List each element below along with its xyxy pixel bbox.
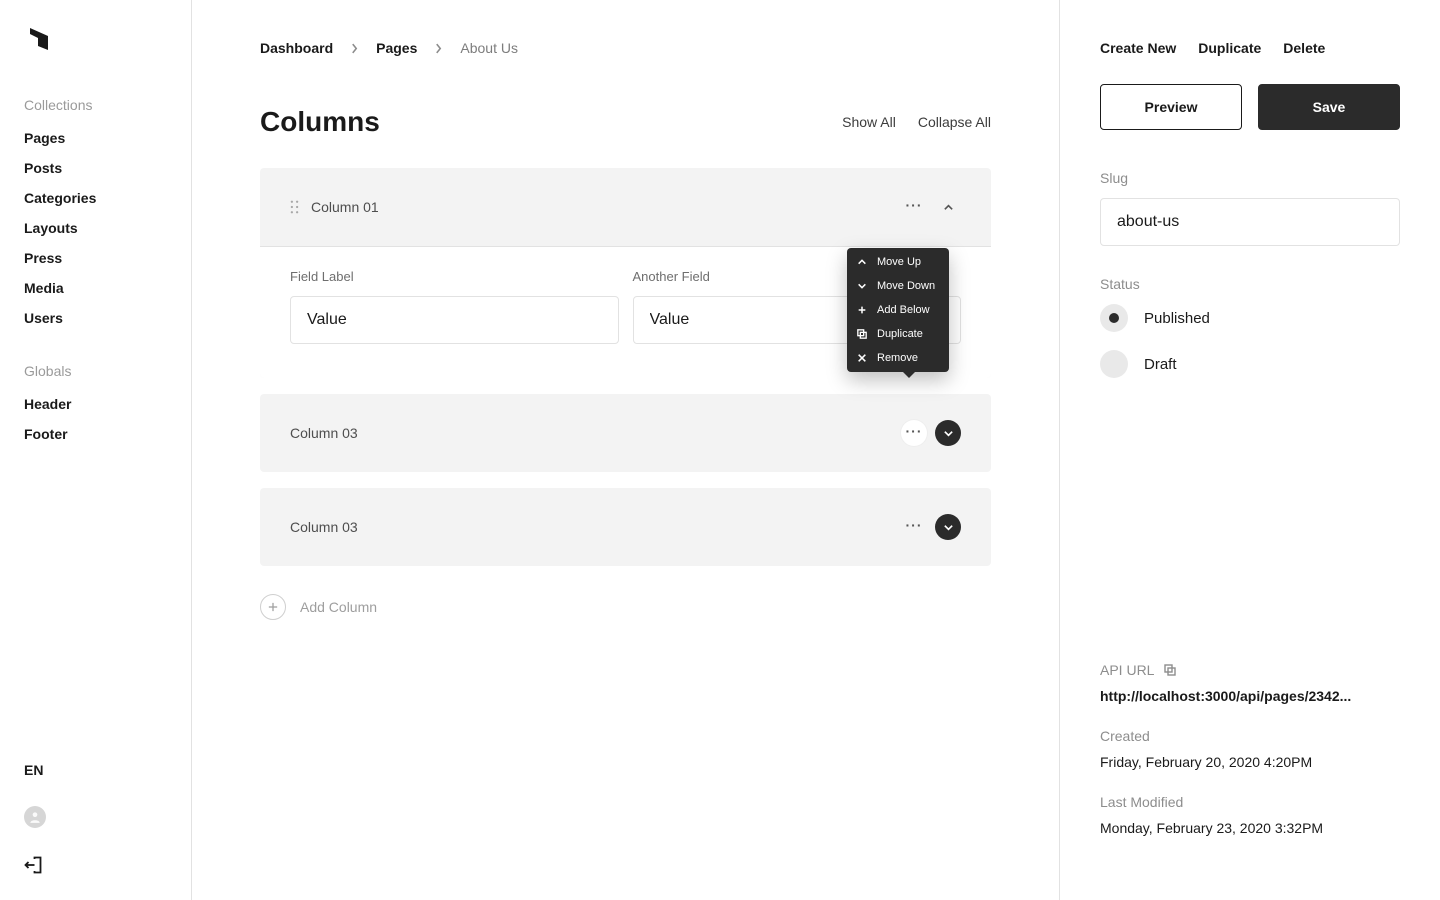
field-group: Field Label <box>290 269 619 344</box>
sidebar-group-collections: Collections <box>0 97 191 123</box>
copy-icon[interactable] <box>1164 664 1176 676</box>
add-label: Add Column <box>300 599 377 615</box>
logout-icon[interactable] <box>24 856 42 874</box>
sidebar-collections-list: Pages Posts Categories Layouts Press Med… <box>0 123 191 333</box>
slug-input[interactable] <box>1100 198 1400 246</box>
sidebar-item-posts[interactable]: Posts <box>0 153 191 183</box>
field-input[interactable] <box>290 296 619 344</box>
status-draft-option[interactable]: Draft <box>1100 350 1400 378</box>
chevron-down-icon[interactable] <box>935 420 961 446</box>
radio-label: Draft <box>1144 356 1177 373</box>
main-content: Dashboard Pages About Us Columns Show Al… <box>192 0 1060 900</box>
sidebar-item-press[interactable]: Press <box>0 243 191 273</box>
page-title: Columns <box>260 106 380 138</box>
chevron-right-icon <box>351 43 358 54</box>
breadcrumb-pages[interactable]: Pages <box>376 40 417 56</box>
sidebar-item-footer[interactable]: Footer <box>0 419 191 449</box>
sidebar-item-pages[interactable]: Pages <box>0 123 191 153</box>
chevron-up-icon[interactable] <box>935 194 961 220</box>
more-icon[interactable]: ··· <box>901 420 927 446</box>
ctx-duplicate[interactable]: Duplicate <box>847 322 949 346</box>
sidebar-group-globals: Globals <box>0 363 191 389</box>
field-label: Field Label <box>290 269 619 284</box>
ctx-move-down[interactable]: Move Down <box>847 274 949 298</box>
block-title: Column 03 <box>290 519 358 535</box>
delete-link[interactable]: Delete <box>1283 40 1325 56</box>
breadcrumb-current: About Us <box>460 40 518 56</box>
show-all-button[interactable]: Show All <box>842 114 896 130</box>
add-column-button[interactable]: Add Column <box>260 594 991 620</box>
modified-label: Last Modified <box>1100 794 1400 810</box>
right-panel: Create New Duplicate Delete Preview Save… <box>1060 0 1440 900</box>
created-label: Created <box>1100 728 1400 744</box>
sidebar-item-media[interactable]: Media <box>0 273 191 303</box>
block-title: Column 03 <box>290 425 358 441</box>
sidebar-item-header[interactable]: Header <box>0 389 191 419</box>
context-menu: Move Up Move Down Add Below <box>847 248 949 372</box>
ctx-move-up[interactable]: Move Up <box>847 250 949 274</box>
ctx-label: Move Down <box>877 280 935 292</box>
sidebar-item-categories[interactable]: Categories <box>0 183 191 213</box>
language-switcher[interactable]: EN <box>24 762 43 778</box>
ctx-label: Remove <box>877 352 918 364</box>
preview-button[interactable]: Preview <box>1100 84 1242 130</box>
column-block: Column 03 ··· Move Up Move Down <box>260 394 991 472</box>
breadcrumb: Dashboard Pages About Us <box>260 40 991 56</box>
slug-label: Slug <box>1100 170 1400 186</box>
column-block: Column 03 ··· <box>260 488 991 566</box>
plus-icon <box>260 594 286 620</box>
sidebar-item-layouts[interactable]: Layouts <box>0 213 191 243</box>
drag-handle-icon[interactable] <box>290 200 299 214</box>
ctx-label: Add Below <box>877 304 930 316</box>
more-icon[interactable]: ··· <box>901 194 927 220</box>
breadcrumb-dashboard[interactable]: Dashboard <box>260 40 333 56</box>
create-new-link[interactable]: Create New <box>1100 40 1176 56</box>
block-title: Column 01 <box>311 199 379 215</box>
user-avatar[interactable] <box>24 806 46 828</box>
radio-icon <box>1100 350 1128 378</box>
duplicate-link[interactable]: Duplicate <box>1198 40 1261 56</box>
radio-label: Published <box>1144 310 1210 327</box>
sidebar: Collections Pages Posts Categories Layou… <box>0 0 192 900</box>
status-published-option[interactable]: Published <box>1100 304 1400 332</box>
ctx-add-below[interactable]: Add Below <box>847 298 949 322</box>
ctx-label: Duplicate <box>877 328 923 340</box>
ctx-label: Move Up <box>877 256 921 268</box>
chevron-right-icon <box>435 43 442 54</box>
modified-value: Monday, February 23, 2020 3:32PM <box>1100 820 1400 836</box>
radio-icon <box>1100 304 1128 332</box>
status-label: Status <box>1100 276 1400 292</box>
chevron-down-icon[interactable] <box>935 514 961 540</box>
api-url-value: http://localhost:3000/api/pages/2342... <box>1100 688 1400 704</box>
app-logo <box>0 24 191 97</box>
save-button[interactable]: Save <box>1258 84 1400 130</box>
api-url-label: API URL <box>1100 662 1154 678</box>
more-icon[interactable]: ··· <box>901 514 927 540</box>
created-value: Friday, February 20, 2020 4:20PM <box>1100 754 1400 770</box>
ctx-remove[interactable]: Remove <box>847 346 949 370</box>
collapse-all-button[interactable]: Collapse All <box>918 114 991 130</box>
sidebar-item-users[interactable]: Users <box>0 303 191 333</box>
sidebar-globals-list: Header Footer <box>0 389 191 449</box>
